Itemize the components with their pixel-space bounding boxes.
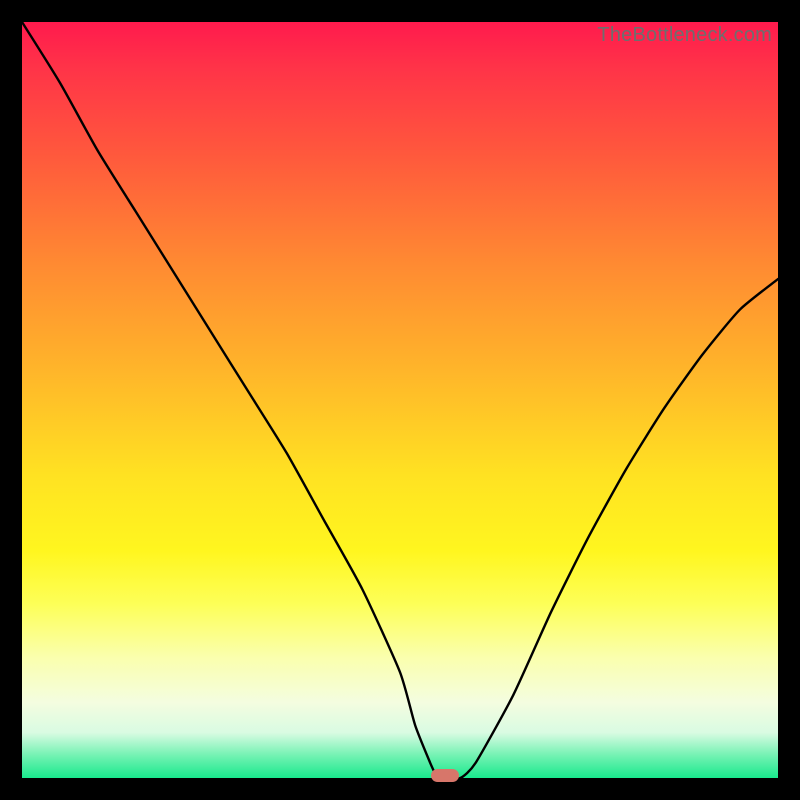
bottleneck-curve <box>22 22 778 778</box>
curve-path <box>22 22 778 778</box>
plot-area: TheBottleneck.com <box>22 22 778 778</box>
optimal-marker <box>431 769 459 782</box>
chart-frame: TheBottleneck.com <box>0 0 800 800</box>
